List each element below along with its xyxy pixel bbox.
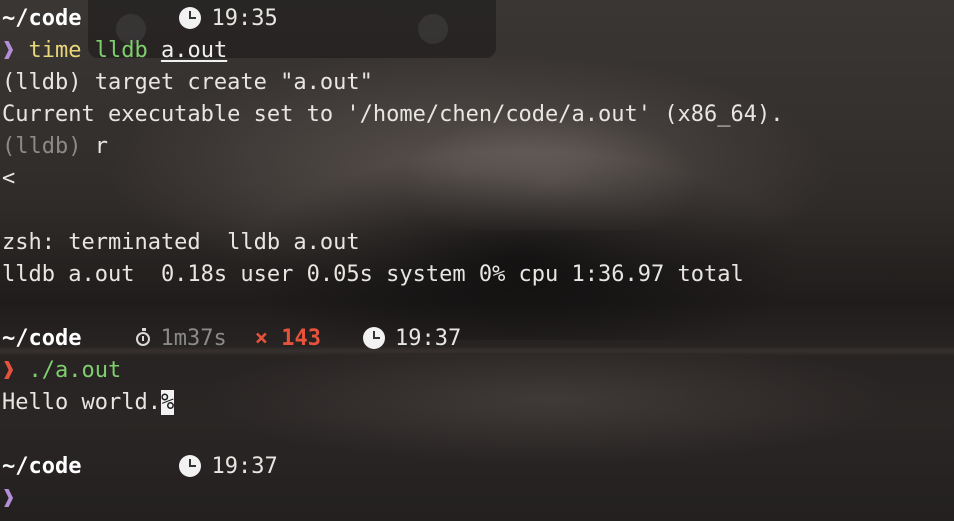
stopwatch-icon [136,328,151,346]
terminal-window[interactable]: ~/code 19:35 ❱ time lldb a.out (lldb) tar… [2,3,954,521]
cwd-label: ~/code [2,326,82,351]
cwd-label: ~/code [2,6,82,31]
prompt-symbol: ❱ [2,486,16,511]
output-line: < [2,166,16,191]
error-x-icon: × [254,326,268,351]
clock-icon [362,327,385,349]
prompt-time: 19:37 [394,326,462,351]
output-line: Hello world.% [2,387,954,419]
cwd-label: ~/code [2,454,82,479]
prompt-header: ~/code 19:35 [2,3,954,35]
prompt-symbol: ❱ [2,358,16,383]
command-line: ❱ time lldb a.out [2,35,954,67]
prompt-time: 19:35 [211,6,278,31]
command-program: lldb [94,38,148,63]
command-argument: a.out [160,38,228,63]
program-output: Hello world. [2,390,161,415]
clock-icon [179,455,202,477]
command-duration: 1m37s [160,326,227,351]
command-keyword: time [28,38,82,63]
command-line: ❱ ./a.out [2,355,954,387]
prompt-header: ~/code 1m37s × 143 19:37 [2,323,954,355]
output-line: Current executable set to '/home/chen/co… [2,102,784,127]
output-line: zsh: terminated lldb a.out [2,230,360,255]
eol-marker: % [160,390,175,415]
command-line[interactable]: ❱ [2,483,954,515]
prompt-header: ~/code 19:37 [2,451,954,483]
output-line: lldb a.out 0.18s user 0.05s system 0% cp… [2,262,744,287]
clock-icon [179,7,202,29]
output-line: (lldb) target create "a.out" [2,70,373,95]
lldb-command-line: (lldb) r [2,131,954,163]
lldb-prompt: (lldb) [2,134,82,159]
exit-code: 143 [281,326,321,351]
prompt-time: 19:37 [211,454,278,479]
prompt-symbol: ❱ [2,38,16,63]
command-program: ./a.out [28,358,122,383]
lldb-command: r [81,134,108,159]
